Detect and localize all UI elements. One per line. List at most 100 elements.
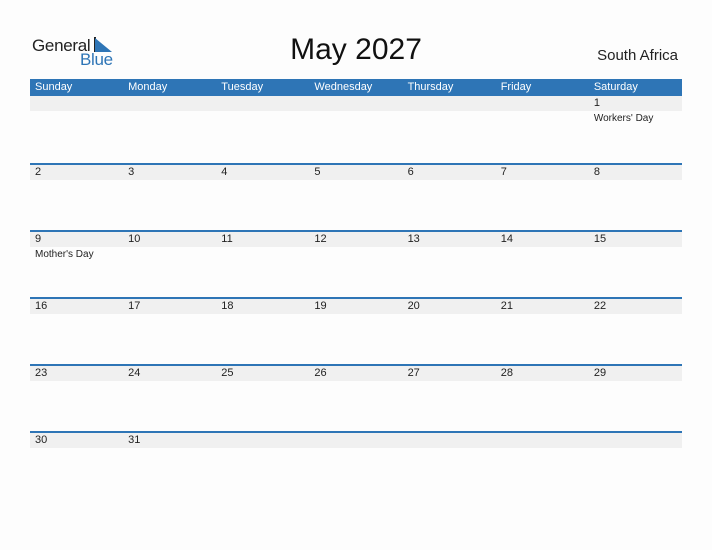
day-cell: 28 [496,366,589,431]
day-number: 14 [500,233,513,245]
country-label: South Africa [597,47,678,64]
day-number [501,96,589,111]
day-cell: 3 [123,165,216,230]
week-row: 16 17 18 19 20 21 22 [30,297,682,364]
weekday-thursday: Thursday [407,81,454,93]
day-number: 2 [35,166,42,178]
day-number: 19 [314,300,327,312]
day-cell: 26 [309,366,402,431]
week-row: 2 3 4 5 6 7 8 [30,163,682,230]
day-cell: 10 [123,232,216,297]
day-number: 25 [221,367,234,379]
day-number: 23 [35,367,48,379]
weekday-tuesday: Tuesday [221,81,264,93]
day-cell: 19 [309,299,402,364]
week-row: 23 24 25 26 27 28 29 [30,364,682,431]
day-cell: 22 [589,299,682,364]
day-number [128,96,216,111]
day-cell [309,96,402,163]
day-number [408,96,496,111]
day-cell: 9 Mother's Day [30,232,123,297]
day-number [594,433,682,448]
day-number: 8 [593,166,600,178]
day-cell: 6 [403,165,496,230]
weekday-friday: Friday [500,81,532,93]
day-cell: 21 [496,299,589,364]
day-cell: 8 [589,165,682,230]
day-cell: 12 [309,232,402,297]
week-row: 9 Mother's Day 10 11 12 13 14 15 [30,230,682,297]
day-cell: 29 [589,366,682,431]
week-row: 30 31 [30,431,682,498]
day-number: 6 [407,166,414,178]
day-cell: 1 Workers' Day [589,96,682,163]
holiday-label: Mother's Day [35,249,94,260]
day-cell [30,96,123,163]
day-cell [216,433,309,498]
day-number: 21 [500,300,513,312]
day-cell: 2 [30,165,123,230]
weekday-header: Sunday Monday Tuesday Wednesday Thursday Frid… [30,79,682,96]
weekday-saturday: Saturday [593,81,638,93]
day-number: 5 [314,166,321,178]
day-cell: 7 [496,165,589,230]
day-cell: 27 [403,366,496,431]
day-cell: 18 [216,299,309,364]
day-cell [123,96,216,163]
day-cell: 4 [216,165,309,230]
day-number: 4 [221,166,228,178]
day-number: 27 [407,367,420,379]
day-cell: 13 [403,232,496,297]
day-cell: 17 [123,299,216,364]
day-number [35,96,123,111]
day-cell: 15 [589,232,682,297]
day-number [221,96,309,111]
day-number: 30 [35,434,48,446]
day-number: 11 [221,233,233,245]
week-row: 1 Workers' Day [30,96,682,163]
day-number: 24 [128,367,141,379]
holiday-label: Workers' Day [593,113,654,124]
day-number: 13 [407,233,420,245]
day-number: 3 [128,166,135,178]
day-number: 29 [593,367,607,379]
day-cell [403,433,496,498]
day-number: 17 [128,300,141,312]
day-number [408,433,496,448]
day-cell: 25 [216,366,309,431]
day-cell: 23 [30,366,123,431]
day-number [221,433,309,448]
day-cell [309,433,402,498]
day-cell: 24 [123,366,216,431]
day-cell: 14 [496,232,589,297]
day-number: 20 [407,300,420,312]
weekday-sunday: Sunday [35,81,73,93]
day-number [314,96,402,111]
day-cell: 31 [123,433,216,498]
day-number: 18 [221,300,234,312]
day-cell: 11 [216,232,309,297]
day-number: 16 [35,300,48,312]
day-cell: 30 [30,433,123,498]
day-cell [216,96,309,163]
day-number: 1 [593,97,600,109]
day-number: 9 [35,233,42,245]
day-number: 28 [500,367,513,379]
day-cell: 20 [403,299,496,364]
day-cell [589,433,682,498]
day-number: 10 [128,233,141,245]
day-number: 31 [128,434,141,446]
weekday-wednesday: Wednesday [314,81,373,93]
day-cell: 16 [30,299,123,364]
calendar: Sunday Monday Tuesday Wednesday Thursday Frid… [30,79,682,498]
day-number: 26 [314,367,327,379]
weekday-monday: Monday [128,81,168,93]
day-number: 7 [500,166,507,178]
day-cell [496,433,589,498]
day-cell: 5 [309,165,402,230]
day-cell [403,96,496,163]
day-cell [496,96,589,163]
day-number: 15 [593,233,607,245]
day-number: 12 [314,233,327,245]
day-number [314,433,402,448]
